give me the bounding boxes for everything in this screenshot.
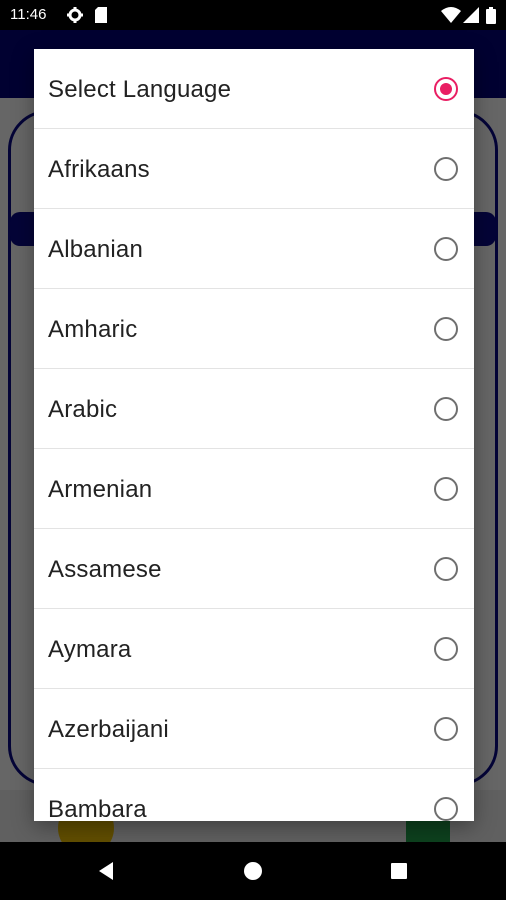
language-label: Azerbaijani: [48, 716, 169, 743]
gear-icon: [67, 7, 83, 28]
recents-icon: [391, 863, 407, 879]
radio-button[interactable]: [434, 717, 458, 741]
radio-button[interactable]: [434, 477, 458, 501]
back-icon: [99, 862, 113, 880]
language-label: Arabic: [48, 396, 118, 423]
language-label: Albanian: [48, 236, 144, 263]
radio-button[interactable]: [434, 397, 458, 421]
language-option-select-language[interactable]: Select Language: [34, 49, 474, 129]
home-icon: [244, 862, 262, 880]
status-time: 11:46: [10, 6, 47, 23]
language-label: Aymara: [48, 636, 132, 663]
radio-button[interactable]: [434, 317, 458, 341]
language-dialog: Select Language Afrikaans Albanian Amhar…: [34, 49, 474, 821]
language-label: Select Language: [48, 76, 232, 103]
recents-button[interactable]: [369, 842, 429, 900]
language-option-afrikaans[interactable]: Afrikaans: [34, 129, 474, 209]
battery-icon: [486, 7, 496, 29]
language-option-armenian[interactable]: Armenian: [34, 449, 474, 529]
radio-button[interactable]: [434, 237, 458, 261]
home-button[interactable]: [223, 842, 283, 900]
radio-button[interactable]: [434, 637, 458, 661]
language-option-arabic[interactable]: Arabic: [34, 369, 474, 449]
radio-button[interactable]: [434, 157, 458, 181]
language-label: Amharic: [48, 316, 138, 343]
radio-button[interactable]: [434, 797, 458, 821]
language-label: Bambara: [48, 796, 147, 821]
language-option-assamese[interactable]: Assamese: [34, 529, 474, 609]
language-list: Select Language Afrikaans Albanian Amhar…: [34, 49, 474, 821]
back-button[interactable]: [76, 842, 136, 900]
sd-card-icon: [95, 7, 107, 28]
language-option-bambara[interactable]: Bambara: [34, 769, 474, 821]
language-option-azerbaijani[interactable]: Azerbaijani: [34, 689, 474, 769]
radio-button[interactable]: [434, 557, 458, 581]
language-label: Assamese: [48, 556, 162, 583]
language-option-aymara[interactable]: Aymara: [34, 609, 474, 689]
language-option-albanian[interactable]: Albanian: [34, 209, 474, 289]
radio-button-checked[interactable]: [434, 77, 458, 101]
wifi-icon: [441, 7, 461, 28]
status-bar: 11:46: [0, 0, 506, 30]
language-option-amharic[interactable]: Amharic: [34, 289, 474, 369]
language-label: Afrikaans: [48, 156, 150, 183]
navigation-bar: [0, 842, 506, 900]
language-label: Armenian: [48, 476, 153, 503]
signal-icon: [463, 7, 479, 28]
